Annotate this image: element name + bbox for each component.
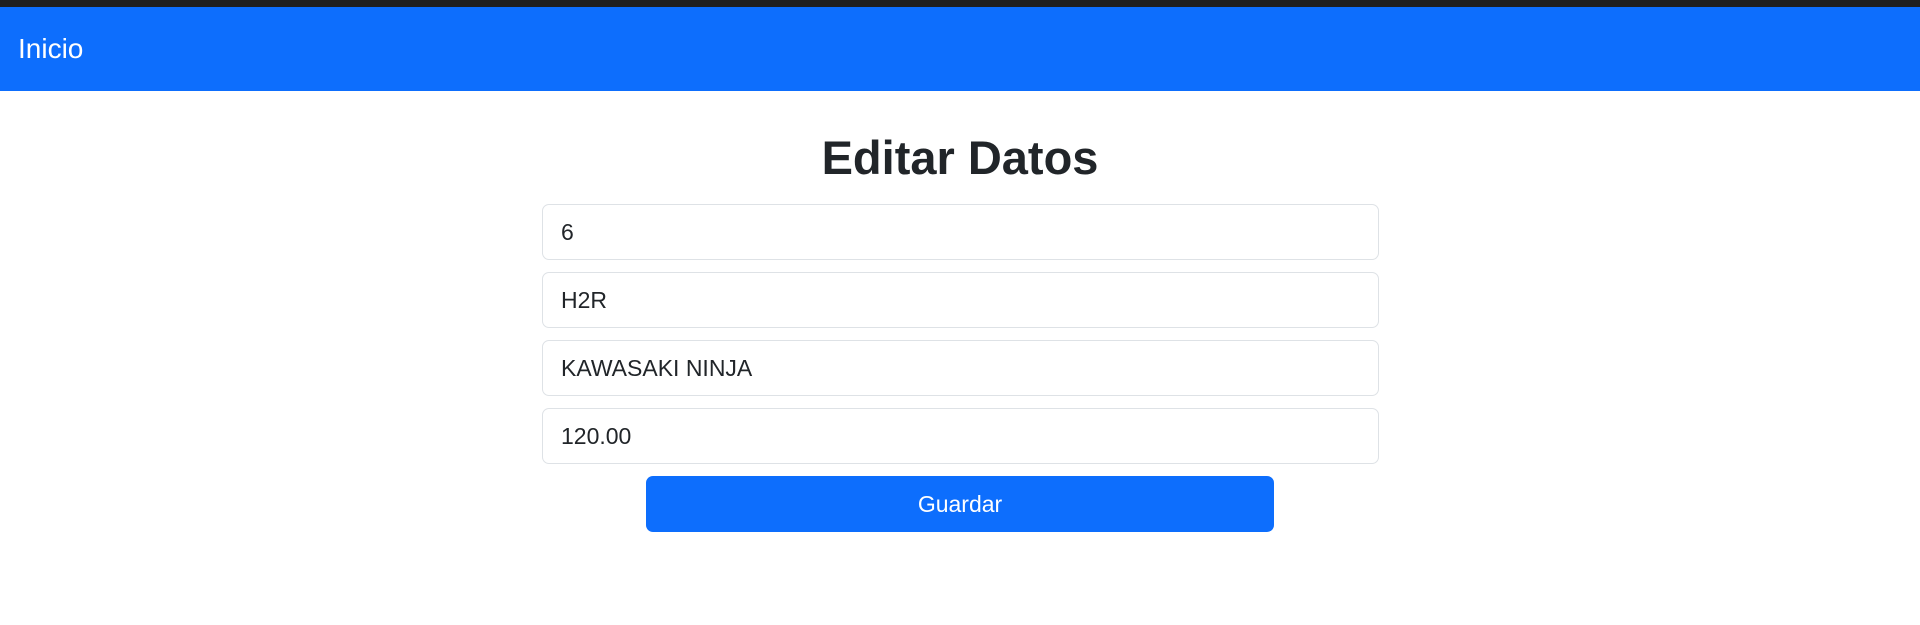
window-top-strip: [0, 0, 1920, 7]
model-field[interactable]: [542, 272, 1379, 328]
home-link[interactable]: Inicio: [18, 33, 83, 65]
price-field[interactable]: [542, 408, 1379, 464]
id-field[interactable]: [542, 204, 1379, 260]
navbar: Inicio: [0, 7, 1920, 91]
save-button[interactable]: Guardar: [646, 476, 1274, 532]
page-title: Editar Datos: [821, 131, 1099, 184]
brand-field[interactable]: [542, 340, 1379, 396]
